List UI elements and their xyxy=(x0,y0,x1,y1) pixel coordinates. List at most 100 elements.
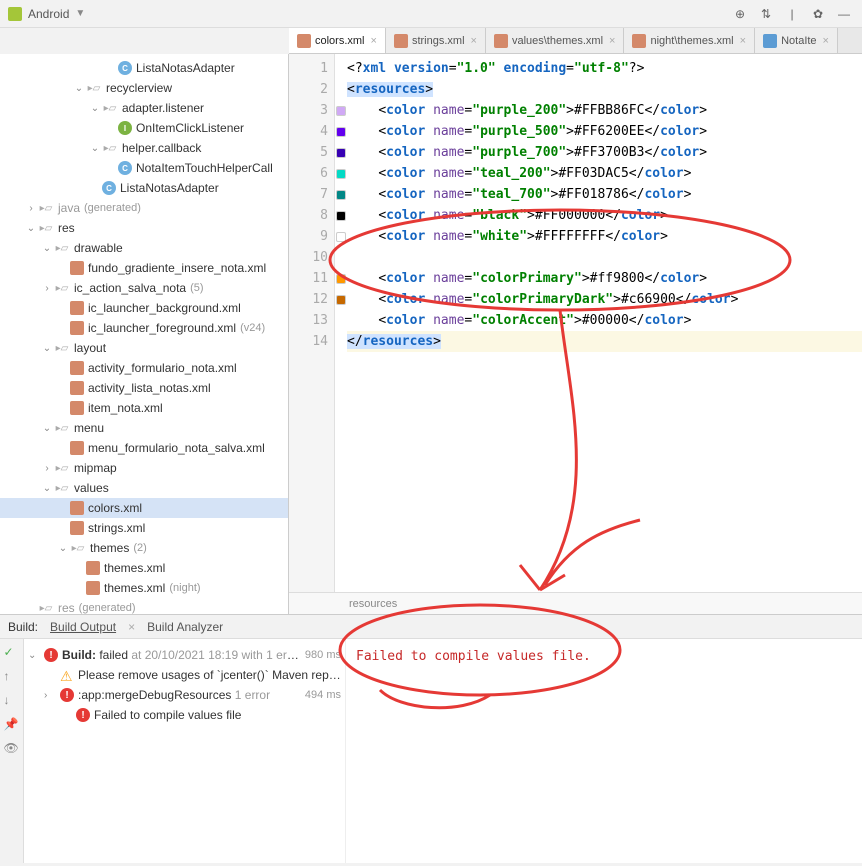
code-line[interactable]: <color name="colorAccent">#00000</color> xyxy=(347,310,862,331)
build-row[interactable]: ⌄!Build: failed at 20/10/2021 18:19 with… xyxy=(28,645,341,665)
sort-icon[interactable]: ⇅ xyxy=(756,4,776,24)
tree-item[interactable]: ⌄▸▱drawable xyxy=(0,238,288,258)
tree-item[interactable]: CNotaItemTouchHelperCall xyxy=(0,158,288,178)
build-row[interactable]: ›!:app:mergeDebugResources 1 error494 ms xyxy=(28,685,341,705)
tree-item[interactable]: ▸▱res(generated) xyxy=(0,598,288,614)
tree-item[interactable]: ⌄▸▱helper.callback xyxy=(0,138,288,158)
tree-item[interactable]: ⌄▸▱res xyxy=(0,218,288,238)
xml-file-icon xyxy=(70,261,84,275)
target-icon[interactable]: ⊕ xyxy=(730,4,750,24)
folder-icon: ▸▱ xyxy=(102,100,118,116)
tree-label: values xyxy=(74,481,109,495)
up-icon[interactable]: ↑ xyxy=(4,669,20,685)
editor-tab[interactable]: strings.xml× xyxy=(386,28,486,53)
expand-arrow-icon[interactable]: ⌄ xyxy=(56,543,70,554)
tree-item[interactable]: IOnItemClickListener xyxy=(0,118,288,138)
tree-item[interactable]: activity_formulario_nota.xml xyxy=(0,358,288,378)
code-line[interactable]: <color name="black">#FF000000</color> xyxy=(347,205,862,226)
close-icon[interactable]: × xyxy=(371,35,377,47)
tree-item[interactable]: ⌄▸▱values xyxy=(0,478,288,498)
expand-arrow-icon[interactable]: ⌄ xyxy=(40,343,54,354)
close-icon[interactable]: × xyxy=(740,35,746,47)
tree-item[interactable]: ⌄▸▱adapter.listener xyxy=(0,98,288,118)
expand-arrow-icon[interactable]: ⌄ xyxy=(88,143,102,154)
code-line[interactable]: <color name="purple_700">#FF3700B3</colo… xyxy=(347,142,862,163)
expand-arrow-icon[interactable]: ⌄ xyxy=(72,83,86,94)
code-editor[interactable]: 1234567891011121314 <?xml version="1.0" … xyxy=(289,54,862,614)
tree-label: OnItemClickListener xyxy=(136,121,244,135)
pin-icon[interactable]: 📌 xyxy=(4,717,20,733)
xml-file-icon xyxy=(70,321,84,335)
expand-arrow-icon[interactable]: ⌄ xyxy=(28,650,40,661)
tree-item[interactable]: activity_lista_notas.xml xyxy=(0,378,288,398)
tree-item[interactable]: ic_launcher_foreground.xml(v24) xyxy=(0,318,288,338)
close-icon[interactable]: × xyxy=(823,35,829,47)
tree-item[interactable]: CListaNotasAdapter xyxy=(0,58,288,78)
check-icon[interactable]: ✓ xyxy=(4,645,20,661)
eye-icon[interactable]: 👁 xyxy=(4,741,20,757)
tree-item[interactable]: themes.xml xyxy=(0,558,288,578)
expand-arrow-icon[interactable]: › xyxy=(44,690,56,701)
code-line[interactable]: <color name="white">#FFFFFFFF</color> xyxy=(347,226,862,247)
breadcrumb[interactable]: resources xyxy=(289,592,862,614)
editor-tab[interactable]: NotaIte× xyxy=(755,28,838,53)
xml-file-icon xyxy=(70,521,84,535)
expand-arrow-icon[interactable]: ⌄ xyxy=(40,243,54,254)
code-line[interactable] xyxy=(347,247,862,268)
tree-label: themes.xml xyxy=(104,561,165,575)
expand-arrow-icon[interactable]: › xyxy=(40,463,54,474)
tree-item[interactable]: fundo_gradiente_insere_nota.xml xyxy=(0,258,288,278)
code-line[interactable]: <resources> xyxy=(347,79,862,100)
tree-item[interactable]: item_nota.xml xyxy=(0,398,288,418)
tree-label: ic_launcher_foreground.xml xyxy=(88,321,236,335)
close-icon[interactable]: × xyxy=(609,35,615,47)
tree-item[interactable]: ⌄▸▱menu xyxy=(0,418,288,438)
build-row[interactable]: ⚠Please remove usages of `jcenter()` Mav… xyxy=(28,665,341,685)
close-icon[interactable]: × xyxy=(471,35,477,47)
tree-item[interactable]: ⌄▸▱themes(2) xyxy=(0,538,288,558)
code-line[interactable]: <color name="colorPrimaryDark">#c66900</… xyxy=(347,289,862,310)
tree-item[interactable]: ›▸▱java(generated) xyxy=(0,198,288,218)
tree-item[interactable]: colors.xml xyxy=(0,498,288,518)
expand-arrow-icon[interactable]: ⌄ xyxy=(40,423,54,434)
tree-item[interactable]: CListaNotasAdapter xyxy=(0,178,288,198)
tree-item[interactable]: themes.xml(night) xyxy=(0,578,288,598)
code-area[interactable]: <?xml version="1.0" encoding="utf-8"?><r… xyxy=(347,54,862,592)
down-icon[interactable]: ↓ xyxy=(4,693,20,709)
tree-item[interactable]: menu_formulario_nota_salva.xml xyxy=(0,438,288,458)
dropdown-icon[interactable]: ▼ xyxy=(75,8,85,19)
tree-item[interactable]: ic_launcher_background.xml xyxy=(0,298,288,318)
expand-arrow-icon[interactable]: ⌄ xyxy=(24,223,38,234)
tree-item[interactable]: ⌄▸▱recyclerview xyxy=(0,78,288,98)
build-output-tree[interactable]: ⌄!Build: failed at 20/10/2021 18:19 with… xyxy=(24,639,346,863)
project-view-label[interactable]: Android xyxy=(28,7,69,21)
code-line[interactable]: <color name="colorPrimary">#ff9800</colo… xyxy=(347,268,862,289)
gear-icon[interactable]: ✿ xyxy=(808,4,828,24)
editor-tab[interactable]: values\themes.xml× xyxy=(486,28,625,53)
project-tree[interactable]: CListaNotasAdapter⌄▸▱recyclerview⌄▸▱adap… xyxy=(0,54,289,614)
code-line[interactable]: <?xml version="1.0" encoding="utf-8"?> xyxy=(347,58,862,79)
tab-close[interactable]: × xyxy=(128,620,135,634)
editor-tab[interactable]: colors.xml× xyxy=(289,28,386,53)
collapse-icon[interactable]: — xyxy=(834,4,854,24)
expand-arrow-icon[interactable]: ⌄ xyxy=(88,103,102,114)
code-line[interactable]: <color name="purple_500">#FF6200EE</colo… xyxy=(347,121,862,142)
editor-tab[interactable]: night\themes.xml× xyxy=(624,28,755,53)
tree-item[interactable]: ›▸▱mipmap xyxy=(0,458,288,478)
tree-item[interactable]: ›▸▱ic_action_salva_nota(5) xyxy=(0,278,288,298)
tree-label: activity_lista_notas.xml xyxy=(88,381,211,395)
code-line[interactable]: <color name="teal_200">#FF03DAC5</color> xyxy=(347,163,862,184)
tree-label: themes.xml xyxy=(104,581,165,595)
line-number: 11 xyxy=(289,268,334,289)
tab-build-analyzer[interactable]: Build Analyzer xyxy=(147,620,223,634)
expand-arrow-icon[interactable]: ⌄ xyxy=(40,483,54,494)
expand-arrow-icon[interactable]: › xyxy=(40,283,54,294)
code-line[interactable]: </resources> xyxy=(347,331,862,352)
expand-arrow-icon[interactable]: › xyxy=(24,203,38,214)
code-line[interactable]: <color name="purple_200">#FFBB86FC</colo… xyxy=(347,100,862,121)
code-line[interactable]: <color name="teal_700">#FF018786</color> xyxy=(347,184,862,205)
build-row[interactable]: !Failed to compile values file xyxy=(28,705,341,725)
tab-build-output[interactable]: Build Output xyxy=(50,620,116,634)
tree-item[interactable]: ⌄▸▱layout xyxy=(0,338,288,358)
tree-item[interactable]: strings.xml xyxy=(0,518,288,538)
